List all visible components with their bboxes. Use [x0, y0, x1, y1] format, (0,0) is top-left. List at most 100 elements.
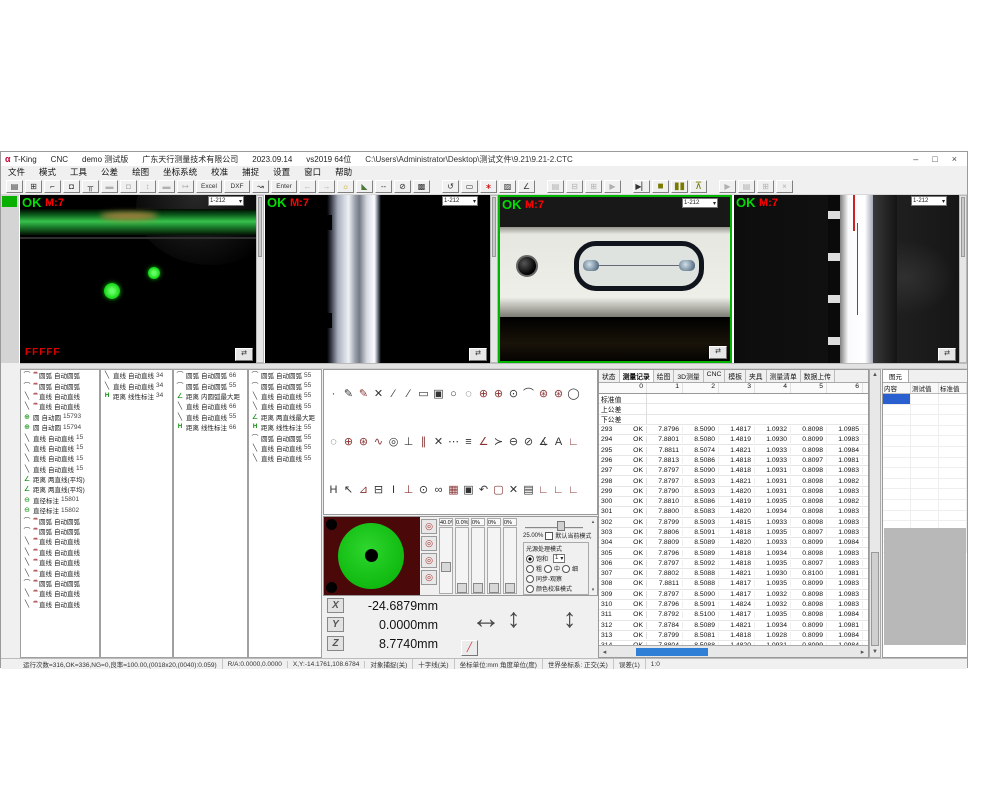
- list-item[interactable]: ╲直线自动直线55: [249, 453, 321, 463]
- property-row[interactable]: [883, 479, 967, 490]
- text-icon[interactable]: A: [551, 434, 566, 450]
- run-to-end-button[interactable]: ▶▏: [633, 180, 650, 193]
- list-item[interactable]: ╲直线自动直线34: [101, 370, 172, 380]
- multiline-icon[interactable]: ≡: [461, 434, 476, 450]
- keyboard-icon[interactable]: ▦: [446, 482, 461, 498]
- property-row[interactable]: [883, 468, 967, 479]
- circle-scan-2-icon[interactable]: ⊕: [491, 386, 506, 402]
- scroll-up-icon[interactable]: ▲: [870, 370, 880, 380]
- circle-scan-icon[interactable]: ⊕: [476, 386, 491, 402]
- list-item[interactable]: ∠距离两直线(平均): [21, 474, 99, 484]
- probe-button[interactable]: ◘: [63, 180, 80, 193]
- table-row[interactable]: 294OK7.88018.50801.48191.09300.80991.098…: [599, 435, 868, 445]
- list-item[interactable]: ╲***直线自动直线: [21, 536, 99, 546]
- perpendicular-icon[interactable]: ⊥: [401, 434, 416, 450]
- tab-3D测量[interactable]: 3D测量: [674, 370, 703, 382]
- undo-icon[interactable]: ↶: [476, 482, 491, 498]
- step-button[interactable]: ↦: [177, 180, 194, 193]
- camera-selector[interactable]: 1-212 ▾: [682, 198, 718, 208]
- cross-icon[interactable]: ✕: [431, 434, 446, 450]
- table-row[interactable]: 313OK7.87998.50811.48181.09280.80991.098…: [599, 631, 868, 641]
- pause-button[interactable]: ▮▮: [671, 180, 688, 193]
- parallel-icon[interactable]: ∥: [416, 434, 431, 450]
- table-row[interactable]: 311OK7.87928.51001.48171.09350.80981.098…: [599, 610, 868, 620]
- camera-scrollbar-4[interactable]: [959, 195, 967, 363]
- probe-2-button[interactable]: ◘: [120, 180, 137, 193]
- tab-模板[interactable]: 模板: [725, 370, 746, 382]
- slider-thumb[interactable]: [457, 583, 467, 593]
- pick-2-icon[interactable]: ✎: [356, 386, 371, 402]
- close-button[interactable]: ×: [952, 154, 957, 164]
- table-row[interactable]: 303OK7.88068.50911.48181.09350.80971.098…: [599, 528, 868, 538]
- table-row[interactable]: 308OK7.88118.50881.48171.09350.80991.098…: [599, 579, 868, 589]
- scan-a-icon[interactable]: ⊕: [341, 434, 356, 450]
- line-icon[interactable]: ∕: [386, 386, 401, 402]
- property-row[interactable]: [883, 394, 967, 405]
- pan-icon[interactable]: ⇄: [709, 346, 727, 359]
- arc-scan-2-icon[interactable]: ⊛: [551, 386, 566, 402]
- menu-item[interactable]: 窗口: [297, 166, 328, 178]
- list-item[interactable]: ╲直线自动直线55: [174, 412, 247, 422]
- tool-button[interactable]: ⊼: [690, 180, 707, 193]
- list-item[interactable]: ╲直线自动直线55: [249, 443, 321, 453]
- save-2-button[interactable]: ▤: [547, 180, 564, 193]
- jog-z-icon[interactable]: ↕: [563, 603, 577, 634]
- dist-vert-icon[interactable]: ⊥: [401, 482, 416, 498]
- calc-icon[interactable]: ▤: [521, 482, 536, 498]
- list-item[interactable]: ⊖直径标注15801: [21, 495, 99, 505]
- table-row[interactable]: 307OK7.88028.50881.48211.09300.81001.098…: [599, 569, 868, 579]
- blank-3-button[interactable]: ▭: [461, 180, 478, 193]
- list-item[interactable]: ⌒圆弧自动圆弧55: [249, 370, 321, 380]
- enter-button[interactable]: Enter: [271, 180, 297, 193]
- table-row[interactable]: 299OK7.87908.50931.48201.09310.80981.098…: [599, 487, 868, 497]
- scan-b-icon[interactable]: ⊛: [356, 434, 371, 450]
- coord-y-icon[interactable]: ∟: [551, 482, 566, 498]
- table-row[interactable]: 302OK7.87998.50931.48151.09330.80981.098…: [599, 518, 868, 528]
- delete-icon[interactable]: ✕: [506, 482, 521, 498]
- ring-segment-button-1[interactable]: ◎: [421, 519, 437, 534]
- dist-h-icon[interactable]: H: [326, 482, 341, 498]
- camera-view-4[interactable]: OK M:7 1-212 ▾ ⇄: [734, 195, 959, 363]
- chart-button[interactable]: ∠: [518, 180, 535, 193]
- dxf-export-button[interactable]: DXF: [224, 180, 250, 193]
- list-item[interactable]: ⌒圆弧自动圆弧55: [174, 380, 247, 390]
- list-item[interactable]: ⌒***圆弧自动圆弧: [21, 370, 99, 380]
- ellipse-icon[interactable]: ◯: [566, 386, 581, 402]
- ring-light-preview[interactable]: [324, 517, 420, 595]
- menu-item[interactable]: 公差: [94, 166, 125, 178]
- blank-2-button[interactable]: ▬: [158, 180, 175, 193]
- table-row[interactable]: 301OK7.88008.50831.48201.09340.80981.098…: [599, 507, 868, 517]
- table-row[interactable]: 下公差: [599, 415, 868, 425]
- list-item[interactable]: ⌒***圆弧自动圆弧: [21, 515, 99, 525]
- menu-item[interactable]: 模式: [32, 166, 63, 178]
- list-item[interactable]: ╲直线自动直线34: [101, 380, 172, 390]
- light-button[interactable]: ☼: [337, 180, 354, 193]
- coord-z-icon[interactable]: ∟: [566, 482, 581, 498]
- slider-thumb[interactable]: [505, 583, 515, 593]
- print-button[interactable]: ⊟: [566, 180, 583, 193]
- menu-item[interactable]: 校准: [204, 166, 235, 178]
- lasso-button[interactable]: ↺: [442, 180, 459, 193]
- dist-mid-icon[interactable]: ⊟: [371, 482, 386, 498]
- table-row[interactable]: 310OK7.87968.50911.48241.09320.80981.098…: [599, 600, 868, 610]
- minimize-button[interactable]: –: [913, 154, 918, 164]
- maximize-button[interactable]: □: [932, 154, 937, 164]
- table-vscrollbar[interactable]: ▲ ▼: [869, 369, 881, 658]
- hscroll-thumb[interactable]: [636, 648, 708, 656]
- tab-CNC[interactable]: CNC: [704, 370, 726, 382]
- table-row[interactable]: 300OK7.88108.50861.48191.09350.80981.098…: [599, 497, 868, 507]
- camera-view-1[interactable]: OK M:7 1-212 ▾ FFFFF ⇄: [20, 195, 256, 363]
- table-row[interactable]: 标准值: [599, 394, 868, 404]
- angle-icon[interactable]: ∠: [476, 434, 491, 450]
- slider-thumb[interactable]: [441, 562, 451, 572]
- arrow-left-button[interactable]: ←: [299, 180, 316, 193]
- list-item[interactable]: ╲***直线自动直线: [21, 391, 99, 401]
- pan-icon[interactable]: ⇄: [469, 348, 487, 361]
- property-row[interactable]: [883, 426, 967, 437]
- list-item[interactable]: ∠距离两直线最大距: [249, 412, 321, 422]
- table-hscrollbar[interactable]: ◂ ▸: [599, 645, 868, 657]
- property-row[interactable]: [883, 436, 967, 447]
- menu-item[interactable]: 绘图: [125, 166, 156, 178]
- list-item[interactable]: H距离线性标注55: [249, 422, 321, 432]
- menu-item[interactable]: 捕捉: [235, 166, 266, 178]
